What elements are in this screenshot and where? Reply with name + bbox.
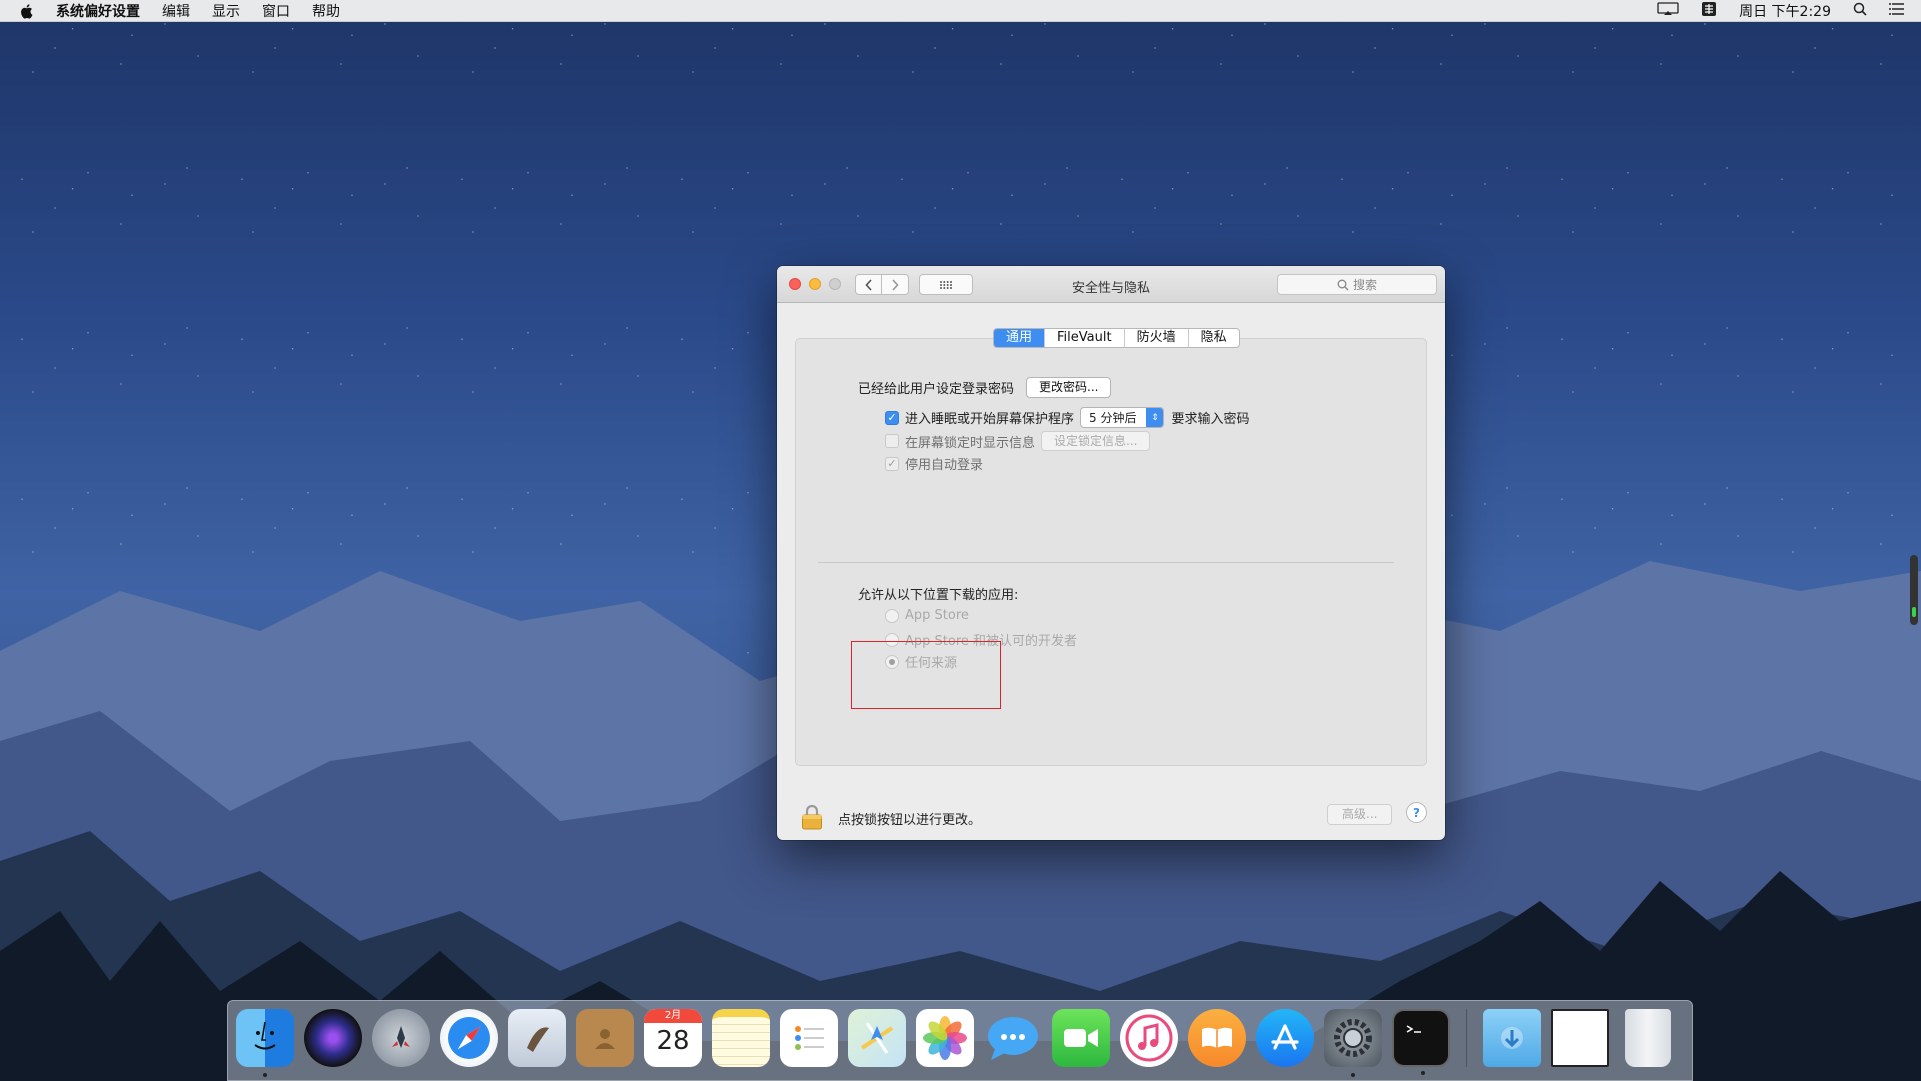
- running-indicator: [1421, 1071, 1425, 1075]
- disable-auto-login-checkbox[interactable]: ✓: [885, 456, 899, 471]
- allow-apps-heading-row: 允许从以下位置下载的应用:: [858, 584, 1018, 603]
- popup-arrows-icon: ⇕: [1146, 408, 1164, 427]
- finder-icon[interactable]: [236, 1009, 294, 1077]
- safari-icon[interactable]: [440, 1009, 498, 1067]
- change-password-button[interactable]: 更改密码...: [1026, 377, 1112, 398]
- itunes-icon[interactable]: [1120, 1009, 1178, 1067]
- search-placeholder: 搜索: [1352, 278, 1377, 292]
- trash-icon[interactable]: [1625, 1009, 1671, 1067]
- advanced-button[interactable]: 高级...: [1327, 804, 1393, 825]
- radio-app-store-label: App Store: [905, 608, 969, 623]
- app-store-icon[interactable]: [1256, 1009, 1314, 1067]
- tab-general[interactable]: 通用: [994, 329, 1045, 347]
- messages-icon[interactable]: [984, 1009, 1042, 1067]
- menu-view[interactable]: 显示: [212, 1, 240, 21]
- radio-app-store[interactable]: [885, 608, 899, 623]
- reminders-icon[interactable]: [780, 1009, 838, 1067]
- contacts-icon[interactable]: [576, 1009, 634, 1067]
- dock: 2月 28: [227, 1000, 1693, 1081]
- show-message-row: 在屏幕锁定时显示信息 设定锁定信息...: [885, 431, 1151, 451]
- running-indicator: [263, 1073, 267, 1077]
- security-privacy-window: 安全性与隐私 搜索 通用 FileVault 防火墙 隐私 已经给此用户设定登录…: [777, 266, 1445, 840]
- calendar-icon[interactable]: 2月 28: [644, 1009, 702, 1067]
- system-preferences-icon[interactable]: [1324, 1009, 1382, 1077]
- lock-hint-text: 点按锁按钮以进行更改。: [838, 813, 982, 828]
- minimized-window-icon[interactable]: [1551, 1009, 1609, 1067]
- set-lock-message-button[interactable]: 设定锁定信息...: [1041, 431, 1151, 451]
- show-message-checkbox[interactable]: [885, 434, 899, 448]
- calendar-day: 28: [656, 1026, 690, 1056]
- help-button[interactable]: ?: [1406, 802, 1427, 823]
- calendar-month: 2月: [644, 1009, 702, 1023]
- menu-window[interactable]: 窗口: [262, 1, 290, 21]
- require-password-prefix: 进入睡眠或开始屏幕保护程序: [905, 412, 1075, 427]
- menubar-clock[interactable]: 周日 下午2:29: [1739, 1, 1831, 21]
- allow-apps-heading: 允许从以下位置下载的应用:: [858, 588, 1019, 603]
- ibooks-icon[interactable]: [1188, 1009, 1246, 1067]
- padlock-icon: [802, 804, 822, 830]
- notification-center-icon[interactable]: [1889, 3, 1905, 19]
- dock-separator: [1466, 1009, 1467, 1067]
- mail-stamp-icon[interactable]: [508, 1009, 566, 1067]
- require-password-delay-popup[interactable]: 5 分钟后 ⇕: [1080, 407, 1165, 428]
- running-indicator: [1351, 1073, 1355, 1077]
- tab-firewall[interactable]: 防火墙: [1123, 329, 1188, 347]
- window-footer: 点按锁按钮以进行更改。 高级... ?: [777, 782, 1445, 840]
- tab-privacy[interactable]: 隐私: [1187, 329, 1239, 347]
- search-icon: [1337, 279, 1349, 290]
- require-password-suffix: 要求输入密码: [1171, 412, 1250, 427]
- menu-edit[interactable]: 编辑: [162, 1, 190, 21]
- launchpad-icon[interactable]: [372, 1009, 430, 1067]
- menu-app-name[interactable]: 系统偏好设置: [56, 1, 140, 21]
- spotlight-search-icon[interactable]: [1853, 2, 1867, 20]
- section-divider: [818, 562, 1394, 563]
- menu-help[interactable]: 帮助: [312, 1, 340, 21]
- input-method-icon[interactable]: [1701, 1, 1717, 21]
- maps-icon[interactable]: [848, 1009, 906, 1067]
- disable-auto-login-label: 停用自动登录: [905, 458, 984, 473]
- menu-bar: 系统偏好设置 编辑 显示 窗口 帮助 周日 下午2:29: [0, 0, 1921, 22]
- show-message-label: 在屏幕锁定时显示信息: [905, 435, 1036, 451]
- tab-filevault[interactable]: FileVault: [1044, 329, 1124, 347]
- downloads-folder-icon[interactable]: [1483, 1009, 1541, 1067]
- apple-menu-icon[interactable]: [20, 3, 40, 19]
- password-row: 已经给此用户设定登录密码 更改密码...: [858, 377, 1112, 398]
- password-set-label: 已经给此用户设定登录密码: [858, 382, 1015, 397]
- require-password-checkbox[interactable]: ✓: [885, 410, 899, 425]
- photos-icon[interactable]: [916, 1009, 974, 1067]
- radio-row-app-store: App Store: [885, 608, 969, 623]
- highlight-annotation-box: [851, 641, 1001, 709]
- airplay-display-icon[interactable]: [1657, 2, 1679, 20]
- facetime-icon[interactable]: [1052, 1009, 1110, 1067]
- edge-indicator: [1910, 555, 1918, 625]
- require-password-row: ✓ 进入睡眠或开始屏幕保护程序 5 分钟后 ⇕ 要求输入密码: [885, 407, 1249, 428]
- tab-bar: 通用 FileVault 防火墙 隐私: [993, 328, 1240, 348]
- search-field[interactable]: 搜索: [1277, 274, 1437, 295]
- lock-button[interactable]: [801, 804, 823, 834]
- notes-icon[interactable]: [712, 1009, 770, 1067]
- window-titlebar[interactable]: 安全性与隐私 搜索: [777, 266, 1445, 303]
- terminal-icon[interactable]: [1392, 1009, 1450, 1075]
- siri-icon[interactable]: [304, 1009, 362, 1067]
- require-password-delay-value: 5 分钟后: [1089, 411, 1137, 425]
- disable-auto-login-row: ✓ 停用自动登录: [885, 454, 983, 473]
